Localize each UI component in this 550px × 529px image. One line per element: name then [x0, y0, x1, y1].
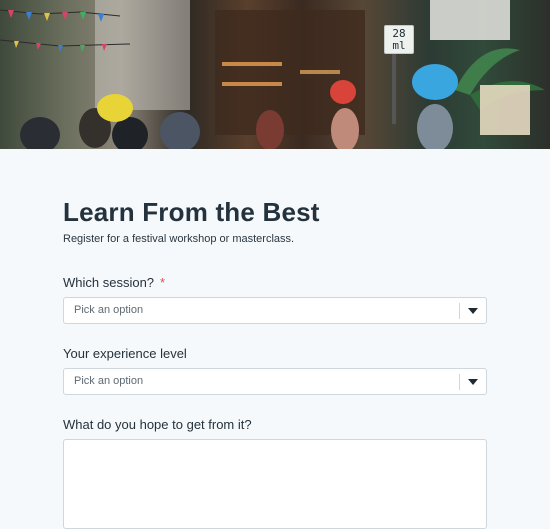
hopes-textarea[interactable]: [63, 439, 487, 529]
registration-form: Learn From the Best Register for a festi…: [63, 196, 487, 529]
session-label-text: Which session?: [63, 275, 155, 290]
festival-photo: [0, 0, 545, 149]
experience-field: Your experience level Pick an option: [63, 346, 487, 395]
session-select[interactable]: Pick an option: [63, 297, 487, 324]
page-title: Learn From the Best: [63, 197, 320, 227]
chevron-down-icon[interactable]: [468, 308, 478, 314]
experience-select[interactable]: Pick an option: [63, 368, 487, 395]
page-subtitle: Register for a festival workshop or mast…: [63, 233, 295, 245]
price-sign-unit: ml: [392, 39, 406, 52]
chevron-down-icon[interactable]: [468, 379, 478, 385]
select-divider: [459, 374, 460, 390]
hero-image: 28 ml: [0, 0, 550, 149]
experience-label: Your experience level: [63, 346, 187, 361]
required-asterisk: *: [160, 275, 166, 290]
select-divider: [459, 303, 460, 319]
session-placeholder: Pick an option: [74, 304, 144, 316]
session-label: Which session? *: [63, 275, 487, 290]
hopes-label: What do you hope to get from it?: [63, 417, 252, 432]
experience-placeholder: Pick an option: [74, 375, 144, 387]
price-sign: 28 ml: [384, 25, 414, 54]
session-field: Which session? * Pick an option: [63, 275, 487, 324]
hopes-field: What do you hope to get from it?: [63, 417, 487, 529]
